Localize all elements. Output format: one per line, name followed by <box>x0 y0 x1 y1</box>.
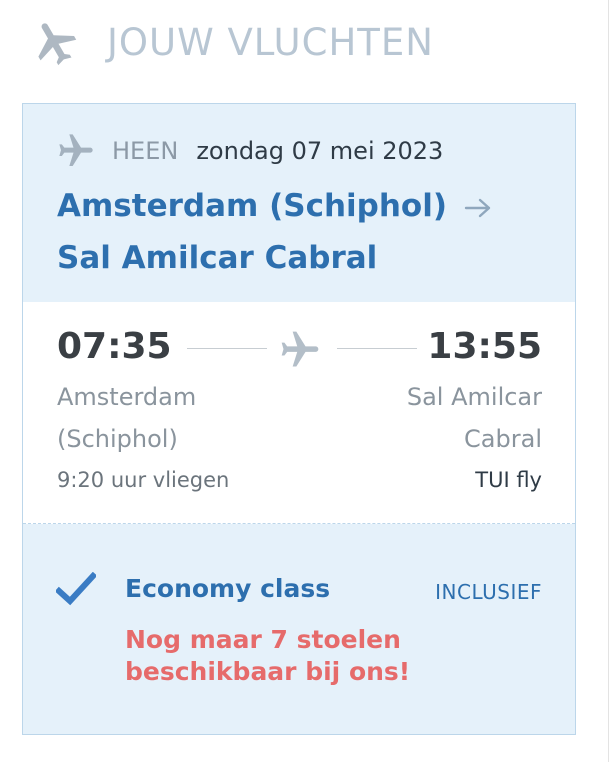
flight-date: zondag 07 mei 2023 <box>196 137 444 165</box>
direction-label: HEEN <box>112 137 179 165</box>
timeline-divider <box>187 348 267 349</box>
flight-times: 07:35 13:55 Amsterdam (Schiphol) Sal Ami… <box>23 302 575 524</box>
arrival-city-line2: Cabral <box>464 425 542 453</box>
seat-availability: Nog maar 7 stoelen beschikbaar bij ons! <box>125 624 455 688</box>
checkmark-icon <box>56 572 96 606</box>
flight-duration: 9:20 uur vliegen <box>57 468 230 492</box>
flight-summary: HEEN zondag 07 mei 2023 Amsterdam (Schip… <box>23 104 575 302</box>
arrival-city: Sal Amilcar Cabral <box>407 376 542 460</box>
departure-city: Amsterdam (Schiphol) <box>57 376 196 460</box>
carrier-name: TUI fly <box>475 468 542 492</box>
destination-airport: Sal Amilcar Cabral <box>57 240 378 276</box>
airplane-icon <box>29 16 81 68</box>
origin-airport: Amsterdam (Schiphol) <box>57 188 447 224</box>
departure-city-line1: Amsterdam <box>57 383 197 411</box>
page-title: JOUW VLUCHTEN <box>107 20 434 64</box>
arrival-city-line1: Sal Amilcar <box>406 383 542 411</box>
arrow-right-icon <box>463 196 493 220</box>
airplane-icon <box>278 328 322 372</box>
departure-time: 07:35 <box>57 326 172 367</box>
flight-card: HEEN zondag 07 mei 2023 Amsterdam (Schip… <box>22 103 576 735</box>
seat-availability-line2: beschikbaar bij ons! <box>125 657 411 686</box>
timeline-divider <box>337 348 417 349</box>
fare-section: Economy class INCLUSIEF Nog maar 7 stoel… <box>23 524 575 734</box>
seat-availability-line1: Nog maar 7 stoelen <box>125 625 401 654</box>
included-badge: INCLUSIEF <box>435 580 542 604</box>
page-divider <box>608 0 609 762</box>
flights-header: JOUW VLUCHTEN <box>29 14 434 70</box>
direction-row: HEEN zondag 07 mei 2023 <box>56 134 443 168</box>
route-title: Amsterdam (Schiphol) Sal Amilcar Cabral <box>57 180 557 284</box>
arrival-time: 13:55 <box>427 326 542 367</box>
fare-class: Economy class <box>125 574 331 603</box>
departure-city-line2: (Schiphol) <box>57 425 178 453</box>
airplane-icon <box>56 131 96 171</box>
